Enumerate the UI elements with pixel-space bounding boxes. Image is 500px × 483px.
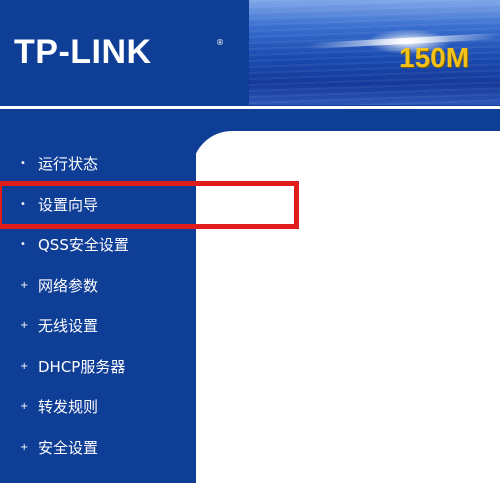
banner-model-text: 150M: [399, 42, 470, 73]
sidebar-item-label: DHCP服务器: [38, 358, 126, 376]
sidebar-item-qss[interactable]: • QSS安全设置: [0, 232, 190, 260]
expand-plus-icon: +: [20, 280, 29, 291]
sidebar-item-forwarding[interactable]: + 转发规则: [0, 394, 190, 422]
sidebar-item-label: 转发规则: [38, 398, 99, 416]
sidebar-item-label: 网络参数: [38, 277, 99, 295]
sidebar-item-label: QSS安全设置: [38, 236, 129, 254]
sidebar-item-security[interactable]: + 安全设置: [0, 435, 190, 463]
logo-text: TP-LINK: [14, 33, 152, 71]
tp-link-logo: TP-LINK ®: [0, 0, 244, 106]
red-highlight-box: [0, 181, 299, 229]
expand-plus-icon: +: [20, 320, 29, 331]
header-divider: [0, 106, 500, 109]
sidebar-item-label: 运行状态: [38, 155, 99, 173]
bullet-icon: •: [20, 158, 26, 169]
sidebar-item-status[interactable]: • 运行状态: [0, 151, 190, 179]
sidebar-item-dhcp[interactable]: + DHCP服务器: [0, 354, 190, 382]
router-admin-page: TP-LINK ® 150M • 运行状态 • 设置向导 • QSS安全设置 +…: [0, 0, 500, 483]
registered-mark: ®: [216, 38, 224, 47]
product-banner: 150M: [249, 0, 500, 105]
bullet-icon: •: [20, 239, 26, 250]
expand-plus-icon: +: [20, 442, 29, 453]
expand-plus-icon: +: [20, 361, 29, 372]
sidebar-item-label: 无线设置: [38, 317, 99, 335]
header: TP-LINK ® 150M: [0, 0, 500, 112]
sidebar-item-wireless[interactable]: + 无线设置: [0, 313, 190, 341]
sidebar-item-network[interactable]: + 网络参数: [0, 273, 190, 301]
expand-plus-icon: +: [20, 401, 29, 412]
sidebar-item-label: 安全设置: [38, 439, 99, 457]
